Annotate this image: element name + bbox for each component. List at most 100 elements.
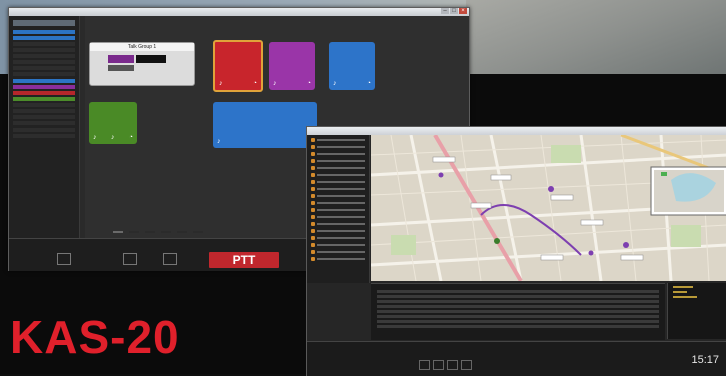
sidebar-item[interactable]	[13, 54, 75, 58]
sidebar-item[interactable]	[13, 48, 75, 52]
channel-tile-red[interactable]: ♪ ◔	[213, 40, 263, 92]
minimize-button[interactable]: –	[441, 8, 449, 14]
product-name: KAS-20	[10, 311, 180, 363]
table-row[interactable]	[377, 305, 659, 308]
console-tab[interactable]	[129, 231, 139, 233]
tile-title	[215, 44, 261, 50]
nav-button[interactable]	[419, 360, 430, 370]
radio-unit-icon	[311, 207, 315, 212]
unit-list-item[interactable]	[311, 186, 365, 191]
table-row[interactable]	[377, 290, 659, 293]
sidebar-item[interactable]	[13, 128, 75, 132]
tile-controls: ♪ ♪ ◔	[93, 133, 133, 141]
nav-button[interactable]	[447, 360, 458, 370]
radio-unit-icon	[311, 137, 315, 142]
nav-button[interactable]	[433, 360, 444, 370]
maximize-button[interactable]: □	[450, 8, 458, 14]
table-row[interactable]	[377, 295, 659, 298]
console-tab[interactable]	[177, 231, 187, 233]
phone-icon[interactable]	[57, 253, 71, 265]
radio-unit-icon	[311, 214, 315, 219]
sidebar-item[interactable]	[13, 134, 75, 138]
sidebar-item[interactable]	[13, 60, 75, 64]
patch-icon[interactable]	[123, 253, 137, 265]
ptt-button[interactable]: PTT	[209, 252, 279, 268]
radio-unit-icon	[311, 242, 315, 247]
unit-list-item[interactable]	[311, 144, 365, 149]
unit-list-item[interactable]	[311, 158, 365, 163]
tile-status-bar	[108, 65, 134, 71]
unit-list-item[interactable]	[311, 207, 365, 212]
sidebar-item[interactable]	[13, 66, 75, 70]
tile-display	[136, 55, 166, 63]
channel-tile-purple[interactable]: ♪ ◔	[269, 42, 315, 90]
volume-dial-icon[interactable]: ◔	[129, 134, 133, 141]
table-row[interactable]	[377, 310, 659, 313]
details-panel	[667, 283, 726, 339]
window-titlebar: – □ ×	[9, 8, 469, 16]
close-button[interactable]: ×	[459, 8, 467, 14]
unit-list-item[interactable]	[311, 249, 365, 254]
unit-list-item[interactable]	[311, 179, 365, 184]
sidebar-item[interactable]	[13, 97, 75, 101]
speaker-icon[interactable]: ♪	[273, 80, 277, 87]
monitor-icon[interactable]	[163, 253, 177, 265]
radio-unit-icon	[311, 200, 315, 205]
sidebar-tab[interactable]	[13, 20, 75, 26]
table-row[interactable]	[377, 325, 659, 328]
channel-tile-blue[interactable]: ♪ ◔	[329, 42, 375, 90]
sidebar-item[interactable]	[13, 121, 75, 125]
radio-unit-icon	[311, 172, 315, 177]
sidebar-item[interactable]	[13, 115, 75, 119]
unit-list-item[interactable]	[311, 235, 365, 240]
background-road-photo	[466, 0, 726, 74]
unit-list-item[interactable]	[311, 193, 365, 198]
tile-title: Talk Group 1	[90, 43, 194, 51]
page-navigation	[419, 360, 472, 370]
map-canvas[interactable]	[371, 135, 726, 281]
unit-list-item[interactable]	[311, 200, 365, 205]
sidebar-item[interactable]	[13, 109, 75, 113]
sidebar-item[interactable]	[13, 42, 75, 46]
volume-dial-icon[interactable]: ◔	[253, 80, 257, 87]
unit-list-item[interactable]	[311, 151, 365, 156]
unit-list-item[interactable]	[311, 242, 365, 247]
street-map[interactable]	[371, 135, 726, 281]
table-row[interactable]	[377, 300, 659, 303]
unit-list-item[interactable]	[311, 221, 365, 226]
unit-list-item[interactable]	[311, 137, 365, 142]
console-tab[interactable]	[113, 231, 123, 233]
sidebar-item[interactable]	[13, 72, 75, 76]
channel-tile-green[interactable]: ♪ ♪ ◔	[89, 102, 137, 144]
sidebar-item[interactable]	[13, 79, 75, 83]
unit-list-item[interactable]	[311, 256, 365, 261]
volume-dial-icon[interactable]: ◔	[367, 80, 371, 87]
nav-button[interactable]	[461, 360, 472, 370]
sidebar-item[interactable]	[13, 36, 75, 40]
sidebar-item[interactable]	[13, 85, 75, 89]
radio-unit-icon	[311, 186, 315, 191]
console-tab[interactable]	[161, 231, 171, 233]
speaker-icon[interactable]: ♪	[111, 134, 115, 141]
sidebar-item[interactable]	[13, 30, 75, 34]
unit-list-item[interactable]	[311, 228, 365, 233]
speaker-icon[interactable]: ♪	[93, 134, 97, 141]
radio-unit-icon	[311, 193, 315, 198]
channel-tile-blue-wide[interactable]: ♪◔	[213, 102, 317, 148]
unit-list-item[interactable]	[311, 165, 365, 170]
speaker-icon[interactable]: ♪	[217, 138, 221, 145]
table-row[interactable]	[377, 320, 659, 323]
sidebar-item[interactable]	[13, 91, 75, 95]
console-tab[interactable]	[193, 231, 203, 233]
sidebar-item[interactable]	[13, 103, 75, 107]
unit-list-item[interactable]	[311, 214, 365, 219]
table-row[interactable]	[377, 315, 659, 318]
unit-list-item[interactable]	[311, 172, 365, 177]
radio-unit-icon	[311, 158, 315, 163]
tile-controls: ♪◔	[219, 79, 257, 87]
volume-dial-icon[interactable]: ◔	[307, 80, 311, 87]
speaker-icon[interactable]: ♪	[219, 80, 223, 87]
talkgroup-tile[interactable]: Talk Group 1	[89, 42, 195, 86]
speaker-icon[interactable]: ♪	[333, 80, 337, 87]
console-tab[interactable]	[145, 231, 155, 233]
